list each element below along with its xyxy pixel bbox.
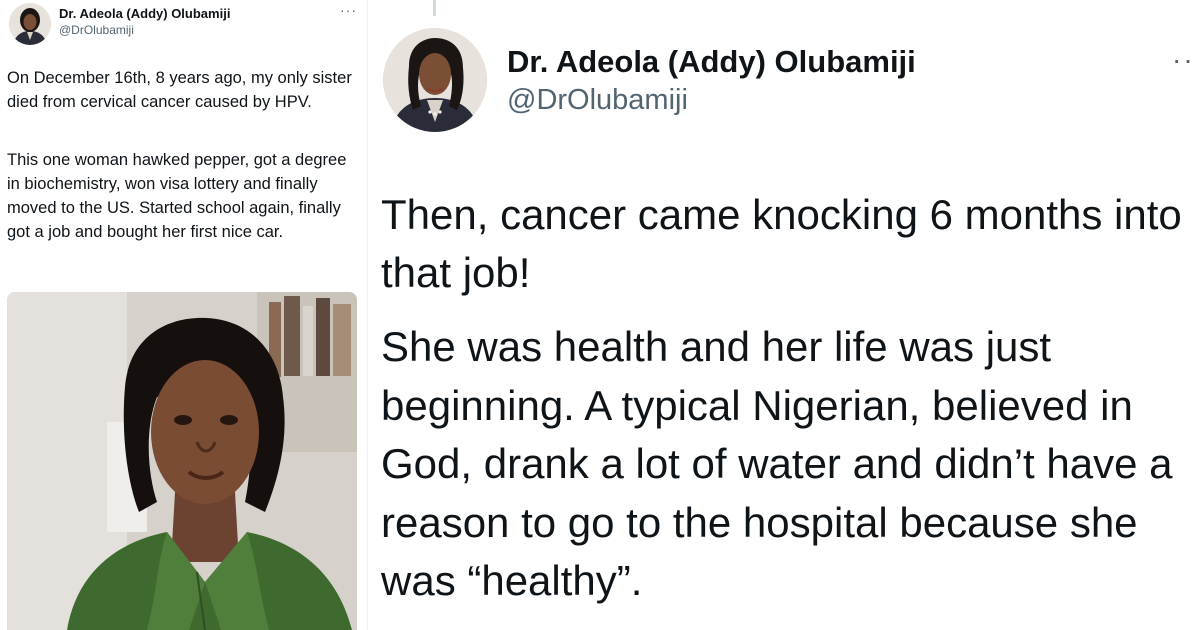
author-avatar[interactable] (383, 28, 487, 132)
author-handle[interactable]: @DrOlubamiji (59, 23, 134, 37)
author-avatar[interactable] (9, 3, 51, 45)
more-options-icon[interactable]: ··· (340, 2, 357, 18)
author-name[interactable]: Dr. Adeola (Addy) Olubamiji (507, 44, 916, 80)
left-tweet: Dr. Adeola (Addy) Olubamiji @DrOlubamiji… (0, 0, 368, 630)
author-name[interactable]: Dr. Adeola (Addy) Olubamiji (59, 6, 230, 21)
tweet-text-paragraph-1: On December 16th, 8 years ago, my only s… (7, 69, 352, 111)
author-handle[interactable]: @DrOlubamiji (507, 84, 688, 117)
tweet-text-paragraph-2: She was health and her life was just beg… (381, 323, 1173, 604)
thread-connector-line (433, 0, 436, 16)
right-tweet: Dr. Adeola (Addy) Olubamiji @DrOlubamiji… (369, 0, 1199, 630)
more-options-icon[interactable]: ·· (1172, 44, 1195, 76)
tweet-photo[interactable] (7, 292, 357, 630)
tweet-text-paragraph-1: Then, cancer came knocking 6 months into… (381, 191, 1182, 296)
tweet-text-paragraph-2: This one woman hawked pepper, got a degr… (7, 151, 347, 241)
